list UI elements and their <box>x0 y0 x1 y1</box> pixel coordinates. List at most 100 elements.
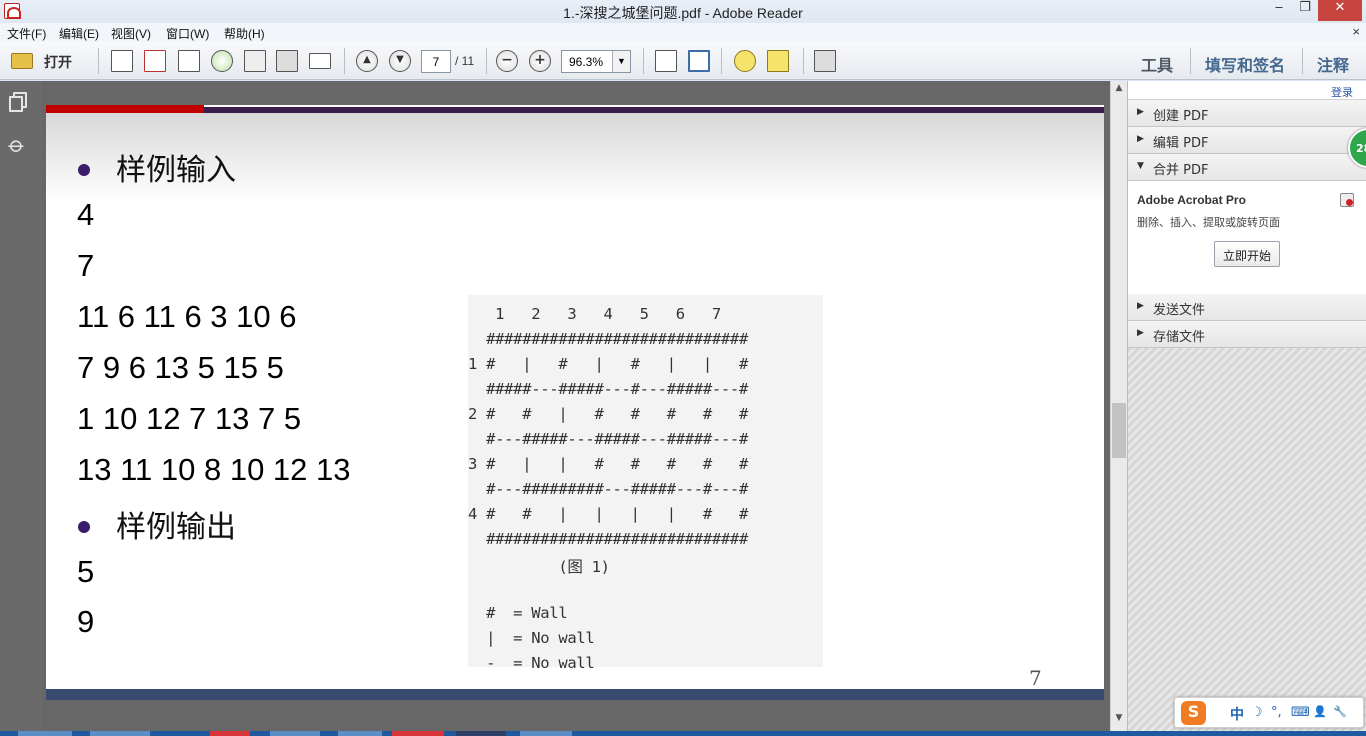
bullet-icon <box>78 164 90 176</box>
tab-comment[interactable]: 注释 <box>1317 52 1349 76</box>
input-line: 1 10 12 7 13 7 5 <box>77 401 302 436</box>
create-pdf-icon[interactable] <box>111 50 133 72</box>
figure-line: ############################# <box>468 530 748 548</box>
down-arrow-glyph: ▼ <box>396 54 404 65</box>
toolbar-separator <box>98 48 99 74</box>
scroll-up-icon[interactable]: ▲ <box>1111 81 1127 97</box>
taskbar-item[interactable] <box>456 731 506 736</box>
attachments-icon[interactable]: ⌀ <box>3 132 30 159</box>
castle-grid-figure: 1 2 3 4 5 6 7 ##########################… <box>468 295 823 672</box>
section-label: 创建 PDF <box>1153 109 1209 124</box>
open-button[interactable]: 打开 <box>8 48 82 74</box>
menu-file[interactable]: 文件(F) <box>7 25 46 42</box>
toolbar-separator <box>1190 48 1191 74</box>
fit-page-icon[interactable] <box>688 50 710 72</box>
zoom-out-icon[interactable]: − <box>496 50 518 72</box>
previous-page-icon[interactable]: ▲ <box>356 50 378 72</box>
expand-arrow-icon: ▶ <box>1137 328 1144 338</box>
zoom-in-icon[interactable]: + <box>529 50 551 72</box>
login-link[interactable]: 登录 <box>1331 84 1353 100</box>
section-store-files[interactable]: ▶ 存储文件 <box>1128 321 1366 348</box>
page-number-input[interactable]: 7 <box>421 50 451 73</box>
legend-no-wall-vertical: | = No wall <box>468 629 595 647</box>
toolbar-separator <box>344 48 345 74</box>
expand-arrow-icon: ▶ <box>1137 301 1144 311</box>
page-header-dark-bar <box>204 107 1104 113</box>
comment-icon[interactable] <box>734 50 756 72</box>
combine-pdf-panel: Adobe Acrobat Pro 删除、插入、提取或旋转页面 立即开始 <box>1128 181 1366 295</box>
ime-mode-chinese[interactable]: 中 <box>1230 704 1244 724</box>
menu-view[interactable]: 视图(V) <box>111 25 151 42</box>
taskbar-item[interactable] <box>392 731 444 736</box>
menu-help[interactable]: 帮助(H) <box>224 25 265 42</box>
chevron-down-icon[interactable]: ▼ <box>612 51 630 72</box>
punctuation-icon[interactable]: °, <box>1271 705 1282 720</box>
figure-caption: (图 1) <box>468 558 610 576</box>
upload-cloud-icon[interactable] <box>211 50 233 72</box>
taskbar-item[interactable] <box>18 731 72 736</box>
email-icon[interactable] <box>309 53 331 69</box>
keyboard-icon[interactable]: ⌨ <box>1291 705 1310 720</box>
print-icon[interactable] <box>276 50 298 72</box>
close-button[interactable]: ✕ <box>1318 0 1362 21</box>
minus-glyph: − <box>501 52 513 68</box>
page-header-red-bar <box>46 105 204 113</box>
open-label: 打开 <box>44 55 72 71</box>
bullet-icon <box>78 521 90 533</box>
vertical-scrollbar[interactable]: ▲ ▼ <box>1110 81 1127 731</box>
combine-files-icon[interactable] <box>144 50 166 72</box>
taskbar-item[interactable] <box>338 731 382 736</box>
tab-fill-and-sign[interactable]: 填写和签名 <box>1205 52 1285 76</box>
minimize-button[interactable]: ‒ <box>1266 0 1292 21</box>
output-line: 9 <box>77 604 95 639</box>
figure-line: 4 # # | | | | # # <box>468 505 748 523</box>
close-document-icon[interactable]: × <box>1352 24 1360 39</box>
taskbar-item[interactable] <box>90 731 150 736</box>
user-icon[interactable]: 👤 <box>1313 705 1327 718</box>
input-line: 7 <box>77 248 95 283</box>
up-arrow-glyph: ▲ <box>363 54 371 65</box>
fit-width-icon[interactable] <box>655 50 677 72</box>
input-line: 4 <box>77 197 95 232</box>
taskbar-item[interactable] <box>270 731 320 736</box>
save-icon[interactable] <box>244 50 266 72</box>
section-label: 编辑 PDF <box>1153 136 1209 151</box>
wrench-icon[interactable]: 🔧 <box>1333 705 1347 718</box>
taskbar-item[interactable] <box>520 731 572 736</box>
highlight-text-icon[interactable] <box>767 50 789 72</box>
folder-icon <box>11 53 33 69</box>
maximize-button[interactable]: ❐ <box>1292 0 1318 21</box>
tools-pane: 登录 ▶ 创建 PDF ▶ 编辑 PDF ▼ 合并 PDF Adobe Acro… <box>1127 81 1366 731</box>
tab-tools[interactable]: 工具 <box>1141 52 1173 76</box>
acrobat-pro-description: 删除、插入、提取或旋转页面 <box>1137 216 1280 229</box>
section-create-pdf[interactable]: ▶ 创建 PDF <box>1128 100 1366 127</box>
menu-edit[interactable]: 编辑(E) <box>59 25 99 42</box>
sample-input-label: 样例输入 <box>116 153 236 188</box>
section-edit-pdf[interactable]: ▶ 编辑 PDF <box>1128 127 1366 154</box>
next-page-icon[interactable]: ▼ <box>389 50 411 72</box>
taskbar-item[interactable] <box>210 731 250 736</box>
scroll-down-icon[interactable]: ▼ <box>1111 713 1127 729</box>
page-thumbnails-icon[interactable] <box>9 92 29 114</box>
login-strip: 登录 <box>1128 81 1366 100</box>
expand-arrow-icon: ▶ <box>1137 107 1144 117</box>
menu-window[interactable]: 窗口(W) <box>166 25 209 42</box>
scroll-thumb[interactable] <box>1112 403 1126 458</box>
legend-no-wall-horizontal: - = No wall <box>468 654 595 672</box>
edit-document-icon[interactable] <box>178 50 200 72</box>
figure-line: #####---#####---#---#####---# <box>468 380 748 398</box>
toolbar-separator <box>803 48 804 74</box>
zoom-select[interactable]: 96.3% ▼ <box>561 50 631 73</box>
legend-wall: # = Wall <box>468 604 568 622</box>
start-now-button[interactable]: 立即开始 <box>1214 241 1280 267</box>
menu-bar: 文件(F) 编辑(E) 视图(V) 窗口(W) 帮助(H) × <box>0 23 1366 42</box>
section-combine-pdf[interactable]: ▼ 合并 PDF <box>1128 154 1366 181</box>
section-label: 合并 PDF <box>1153 163 1209 178</box>
section-send-files[interactable]: ▶ 发送文件 <box>1128 294 1366 321</box>
input-line: 7 9 6 13 5 15 5 <box>77 350 284 385</box>
sogou-logo-icon[interactable]: S <box>1181 701 1206 725</box>
full-screen-icon[interactable] <box>814 50 836 72</box>
expand-arrow-icon: ▶ <box>1137 134 1144 144</box>
half-width-icon[interactable]: ☽ <box>1251 705 1263 720</box>
figure-line: 1 2 3 4 5 6 7 <box>468 305 721 323</box>
